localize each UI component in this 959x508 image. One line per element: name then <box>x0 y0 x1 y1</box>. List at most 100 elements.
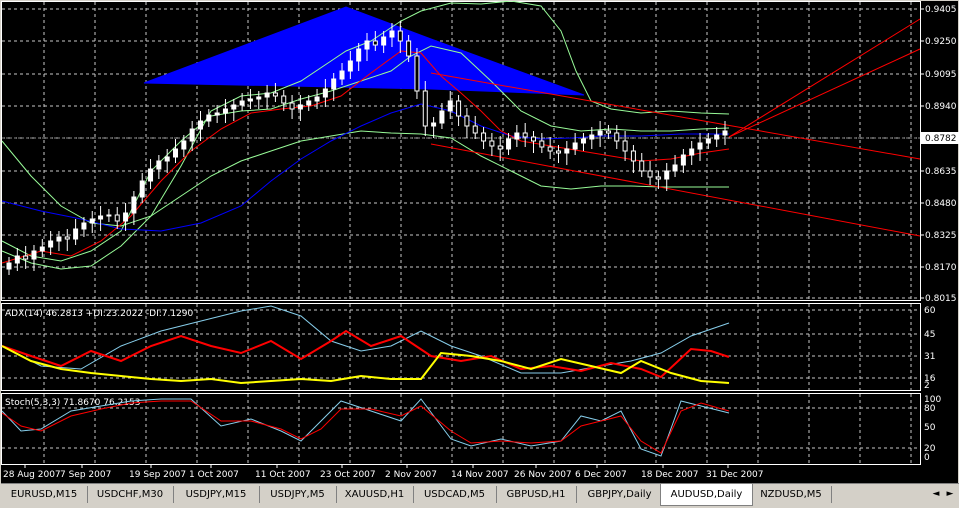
ma-blue-line <box>1 103 729 232</box>
candle-bear <box>414 55 420 92</box>
tab-audusd-daily[interactable]: AUDUSD,Daily <box>660 484 753 506</box>
candle-bear <box>639 160 645 172</box>
candle-bull <box>139 180 145 198</box>
candle-bull <box>297 104 303 110</box>
candle-bull <box>339 70 345 80</box>
tab-usdjpy-m15[interactable]: USDJPY,M15 <box>173 486 260 503</box>
date-axis-label: 19 Sep 2007 <box>129 470 186 480</box>
candle-bull <box>131 196 137 214</box>
candle-bear <box>531 136 537 142</box>
tab-usdcad-m5[interactable]: USDCAD,M5 <box>413 486 497 503</box>
adx-axis-label: 2 <box>924 381 930 391</box>
trendline-upper <box>430 72 921 160</box>
date-axis-label: 1 Oct 2007 <box>189 470 239 480</box>
candle-bull <box>364 40 370 50</box>
price-axis-label: 0.9250 <box>925 37 957 47</box>
candle-bull <box>347 60 353 72</box>
tab-xauusd-h1[interactable]: XAUUSD,H1 <box>336 486 414 503</box>
chart-window: 0.9405 0.9250 0.9095 0.8940 0.8782 0.8635 0.84… <box>0 0 959 508</box>
candle-bull <box>239 100 245 106</box>
candle-bull <box>514 132 520 140</box>
symbol-tab-bar: EURUSD,M15 USDCHF,M30 USDJPY,M15 USDJPY,M5 X… <box>1 483 959 508</box>
candle-bull <box>314 96 320 102</box>
date-axis-label: 2 Nov 2007 <box>385 470 437 480</box>
candle-bull <box>31 250 37 260</box>
candle-bull <box>680 154 686 166</box>
candle-bull <box>356 48 362 62</box>
scroll-left-arrow-icon[interactable]: ◄ <box>929 487 943 502</box>
candle-bear <box>289 102 295 110</box>
candle-bull <box>322 88 328 98</box>
candle-bear <box>655 176 661 180</box>
candle-bull <box>222 108 228 114</box>
candle-bear <box>281 95 287 104</box>
candle-bull <box>705 138 711 144</box>
triangle-object <box>143 6 585 96</box>
tab-usdjpy-m5[interactable]: USDJPY,M5 <box>259 486 337 503</box>
candle-bull <box>439 110 445 124</box>
tab-eurusd-m15[interactable]: EURUSD,M15 <box>1 486 88 503</box>
tab-usdchf-m30[interactable]: USDCHF,M30 <box>87 486 174 503</box>
stoch-signal-line <box>1 400 730 454</box>
candle-bull <box>39 246 45 252</box>
candle-bear <box>272 92 278 97</box>
candle-bear <box>397 30 403 42</box>
date-axis-label: 7 Sep 2007 <box>60 470 111 480</box>
candle-bear <box>539 140 545 148</box>
candle-bull <box>389 30 395 38</box>
price-axis-label: 0.9405 <box>925 5 957 15</box>
candle-bear <box>605 130 611 134</box>
candle-bull <box>722 130 728 136</box>
candle-bull <box>148 168 154 182</box>
candle-bull <box>506 138 512 150</box>
candle-bull <box>572 142 578 150</box>
date-axis-label: 18 Dec 2007 <box>641 470 699 480</box>
candle-bull <box>89 218 95 224</box>
price-axis-label: 0.8635 <box>925 167 957 177</box>
date-axis-label: 26 Nov 2007 <box>514 470 572 480</box>
candle-bear <box>522 132 528 138</box>
candle-bull <box>564 148 570 154</box>
candle-bear <box>481 132 487 142</box>
main-pane-frame <box>1 1 921 301</box>
candle-bull <box>672 164 678 172</box>
candle-bull <box>197 120 203 130</box>
chart-canvas[interactable]: 0.9405 0.9250 0.9095 0.8940 0.8782 0.8635 0.84… <box>1 1 959 483</box>
candle-bear <box>630 150 636 162</box>
candle-bear <box>114 214 120 222</box>
candle-bear <box>372 40 378 46</box>
candle-bull <box>697 142 703 150</box>
tab-nzdusd-m5[interactable]: NZDUSD,M5 <box>751 486 832 503</box>
scroll-right-arrow-icon[interactable]: ► <box>943 487 957 502</box>
tab-gbpusd-h1[interactable]: GBPUSD,H1 <box>496 486 577 503</box>
current-price-label: 0.8782 <box>925 134 957 144</box>
price-axis-label: 0.9095 <box>925 70 957 80</box>
date-axis-label: 11 Oct 2007 <box>255 470 311 480</box>
candle-bear <box>622 140 628 152</box>
date-axis-label: 31 Dec 2007 <box>706 470 764 480</box>
price-axis-label: 0.8480 <box>925 199 957 209</box>
candle-bull <box>73 228 79 240</box>
candle-bear <box>422 90 428 127</box>
candle-bull <box>156 160 162 170</box>
candle-bull <box>447 100 453 112</box>
candle-bear <box>456 100 462 117</box>
candle-bull <box>597 130 603 136</box>
candle-bull <box>106 214 112 217</box>
candle-bear <box>647 170 653 178</box>
candle-bull <box>264 92 270 98</box>
stoch-axis-label: 80 <box>924 404 936 414</box>
candle-bull <box>247 98 253 102</box>
candle-bull <box>431 122 437 127</box>
candle-bull <box>306 100 312 106</box>
date-axis-label: 28 Aug 2007 <box>3 470 61 480</box>
adx-axis-label: 31 <box>924 352 935 362</box>
candle-bull <box>664 170 670 180</box>
candle-bull <box>173 148 179 158</box>
tab-gbpjpy-daily[interactable]: GBPJPY,Daily <box>579 486 661 503</box>
candle-bear <box>64 236 70 240</box>
adx-axis-label: 45 <box>924 330 935 340</box>
candle-bull <box>164 156 170 162</box>
price-axis-label: 0.8015 <box>925 294 957 304</box>
bollinger-lower-line <box>1 130 729 270</box>
